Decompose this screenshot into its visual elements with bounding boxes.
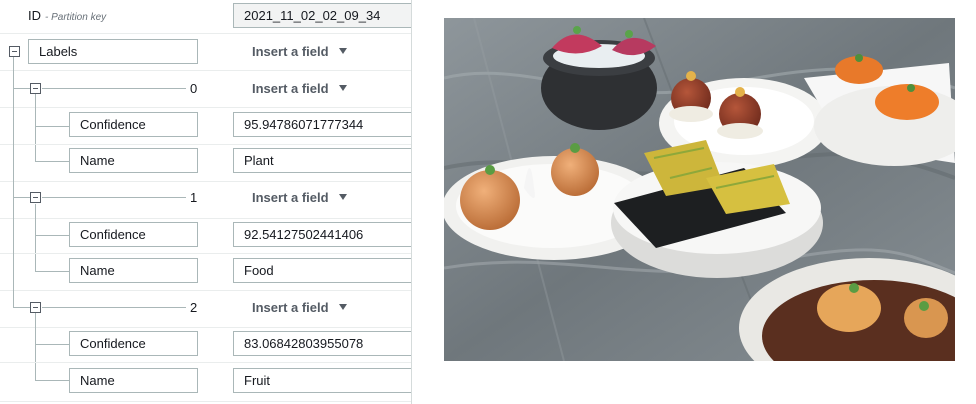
item-2-confidence-row: Confidence 83.06842803955078 bbox=[0, 313, 411, 363]
caret-down-icon bbox=[338, 85, 347, 91]
collapse-item-2-toggle[interactable] bbox=[30, 302, 41, 313]
name-key-field[interactable]: Name bbox=[69, 368, 198, 393]
item-2-name-row: Name Fruit bbox=[0, 363, 411, 402]
item-1-name-row: Name Food bbox=[0, 254, 411, 291]
item-0-insert-field-dropdown[interactable]: Insert a field bbox=[252, 81, 347, 96]
insert-field-label: Insert a field bbox=[252, 81, 329, 96]
id-key-text: ID bbox=[28, 8, 41, 23]
item-1-confidence-row: Confidence 92.54127502441406 bbox=[0, 204, 411, 254]
item-2-insert-field-dropdown[interactable]: Insert a field bbox=[252, 300, 347, 315]
panel-divider bbox=[411, 0, 412, 404]
collapse-item-1-toggle[interactable] bbox=[30, 192, 41, 203]
list-item-0-row: 0 Insert a field bbox=[0, 71, 411, 108]
item-editor-panel: ID - Partition key 2021_11_02_02_09_34 La… bbox=[0, 0, 411, 404]
confidence-key-field[interactable]: Confidence bbox=[69, 222, 198, 247]
list-item-1-row: 1 Insert a field bbox=[0, 182, 411, 219]
caret-down-icon bbox=[338, 304, 347, 310]
insert-field-label: Insert a field bbox=[252, 44, 329, 59]
item-0-name-row: Name Plant bbox=[0, 145, 411, 182]
partition-key-note: - Partition key bbox=[45, 12, 107, 23]
item-1-insert-field-dropdown[interactable]: Insert a field bbox=[252, 190, 347, 205]
labels-insert-field-dropdown[interactable]: Insert a field bbox=[252, 44, 347, 59]
list-item-2-row: 2 Insert a field bbox=[0, 291, 411, 328]
tree-connector bbox=[35, 161, 69, 162]
id-row: ID - Partition key 2021_11_02_02_09_34 bbox=[0, 0, 411, 34]
tree-connector bbox=[13, 57, 14, 307]
name-value-field[interactable]: Fruit bbox=[233, 368, 411, 393]
tree-connector bbox=[35, 380, 69, 381]
name-value-field[interactable]: Food bbox=[233, 258, 411, 283]
tree-connector bbox=[35, 344, 69, 345]
tree-connector bbox=[42, 197, 186, 198]
id-key-label: ID - Partition key bbox=[28, 8, 106, 23]
name-key-field[interactable]: Name bbox=[69, 258, 198, 283]
confidence-key-field[interactable]: Confidence bbox=[69, 112, 198, 137]
id-value-field[interactable]: 2021_11_02_02_09_34 bbox=[233, 3, 411, 28]
tree-connector bbox=[35, 313, 36, 362]
labels-row: Labels Insert a field bbox=[0, 34, 411, 71]
confidence-value-field[interactable]: 92.54127502441406 bbox=[233, 222, 411, 247]
tree-connector bbox=[35, 204, 36, 253]
labels-key-field[interactable]: Labels bbox=[28, 39, 198, 64]
name-key-field[interactable]: Name bbox=[69, 148, 198, 173]
food-photo bbox=[444, 18, 955, 361]
caret-down-icon bbox=[338, 194, 347, 200]
tree-connector bbox=[35, 363, 36, 380]
confidence-key-field[interactable]: Confidence bbox=[69, 331, 198, 356]
item-0-confidence-row: Confidence 95.94786071777344 bbox=[0, 94, 411, 145]
name-value-field[interactable]: Plant bbox=[233, 148, 411, 173]
tree-connector bbox=[35, 254, 36, 271]
tree-connector bbox=[35, 126, 69, 127]
item-index-0: 0 bbox=[190, 81, 198, 96]
food-photo-illustration bbox=[444, 18, 955, 361]
item-index-2: 2 bbox=[190, 300, 198, 315]
item-index-1: 1 bbox=[190, 190, 198, 205]
tree-connector bbox=[42, 307, 186, 308]
tree-connector bbox=[35, 271, 69, 272]
confidence-value-field[interactable]: 83.06842803955078 bbox=[233, 331, 411, 356]
tree-connector bbox=[42, 88, 186, 89]
insert-field-label: Insert a field bbox=[252, 300, 329, 315]
tree-connector bbox=[35, 145, 36, 161]
caret-down-icon bbox=[338, 48, 347, 54]
insert-field-label: Insert a field bbox=[252, 190, 329, 205]
confidence-value-field[interactable]: 95.94786071777344 bbox=[233, 112, 411, 137]
tree-connector bbox=[35, 94, 36, 144]
collapse-labels-toggle[interactable] bbox=[9, 46, 20, 57]
collapse-item-0-toggle[interactable] bbox=[30, 83, 41, 94]
tree-connector bbox=[35, 235, 69, 236]
